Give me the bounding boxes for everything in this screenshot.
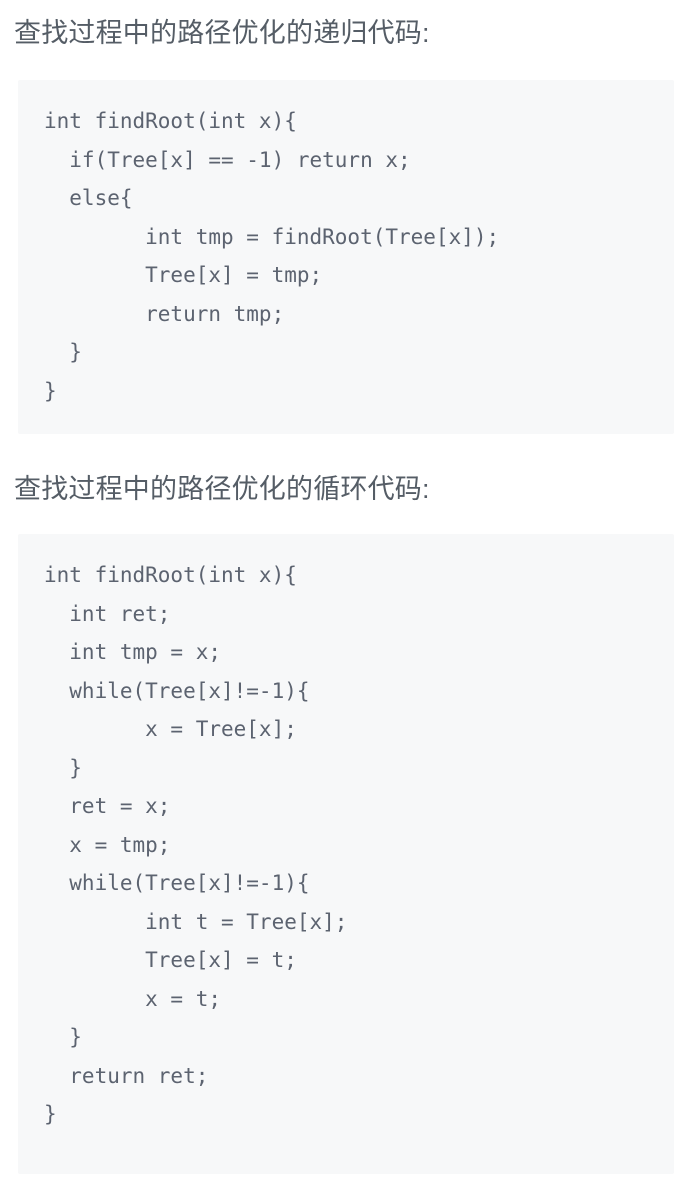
code-text-iterative: int findRoot(int x){ int ret; int tmp = … bbox=[44, 563, 348, 1126]
section-heading-recursive: 查找过程中的路径优化的递归代码: bbox=[14, 18, 430, 48]
section-heading-iterative: 查找过程中的路径优化的循环代码: bbox=[14, 474, 430, 504]
code-text-recursive: int findRoot(int x){ if(Tree[x] == -1) r… bbox=[44, 109, 500, 403]
document-page: 查找过程中的路径优化的递归代码: int findRoot(int x){ if… bbox=[0, 0, 674, 1174]
code-block-recursive: int findRoot(int x){ if(Tree[x] == -1) r… bbox=[18, 80, 674, 434]
code-block-iterative: int findRoot(int x){ int ret; int tmp = … bbox=[18, 534, 674, 1174]
